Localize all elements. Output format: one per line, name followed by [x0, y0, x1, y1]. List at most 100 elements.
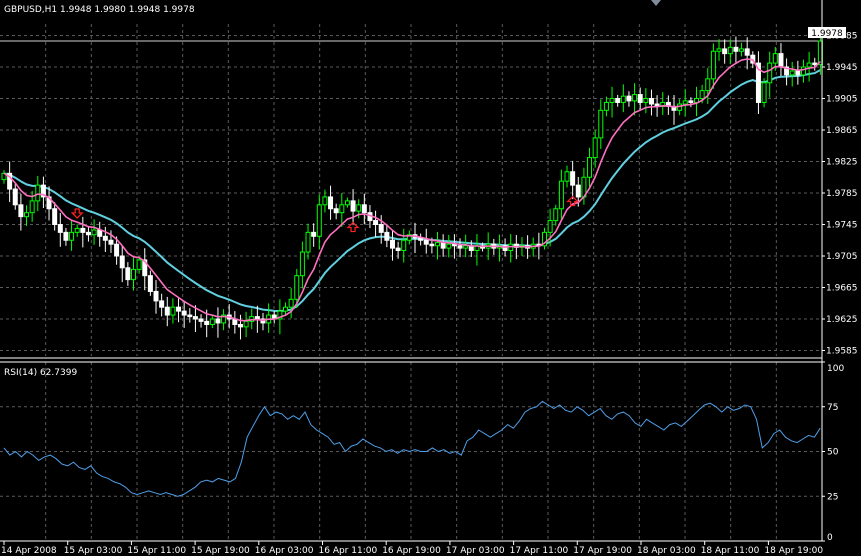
candle-body	[648, 98, 654, 105]
time-tick-label: 15 Apr 03:00	[64, 546, 123, 556]
candle-body	[237, 324, 243, 328]
candle-body	[795, 70, 801, 76]
candle-body	[322, 196, 328, 206]
candle-body	[130, 268, 136, 281]
candle-body	[35, 184, 41, 202]
time-tick-label: 18 Apr 03:00	[637, 546, 696, 556]
candle-body	[29, 200, 35, 214]
current-price-label: 1.9978	[811, 29, 843, 39]
candle-body	[85, 231, 91, 236]
candle-body	[716, 48, 722, 52]
candle-body	[767, 62, 773, 84]
candle-body	[710, 50, 716, 80]
time-tick-label: 16 Apr 11:00	[319, 546, 378, 556]
candle-body	[592, 137, 598, 159]
candle-body	[24, 212, 30, 218]
candle-body	[12, 188, 18, 206]
candle-body	[800, 66, 806, 76]
rsi-tick-label: 0	[827, 533, 833, 543]
candle-body	[333, 208, 339, 214]
candle-body	[69, 231, 75, 241]
candle-body	[108, 239, 114, 245]
rsi-title: RSI(14) 62.7399	[4, 368, 77, 378]
time-tick-label: 17 Apr 03:00	[446, 546, 505, 556]
candle-body	[159, 300, 165, 308]
candle-body	[192, 316, 198, 320]
time-tick-label: 15 Apr 19:00	[191, 546, 250, 556]
time-tick-label: 17 Apr 19:00	[573, 546, 632, 556]
candle-body	[209, 318, 215, 326]
candle-body	[564, 171, 570, 182]
rsi-tick-label: 25	[827, 492, 838, 502]
candle-body	[344, 200, 350, 206]
candle-body	[401, 239, 407, 251]
candle-body	[688, 100, 694, 103]
candle-body	[772, 53, 778, 64]
price-tick-label: 1.9785	[826, 189, 858, 199]
candle-body	[440, 242, 446, 249]
candle-body	[643, 98, 649, 103]
candle-body	[744, 48, 750, 56]
candle-body	[389, 239, 395, 249]
candle-body	[598, 109, 604, 139]
candle-body	[570, 171, 576, 186]
candle-body	[52, 208, 58, 225]
candle-body	[547, 220, 553, 233]
candle-body	[705, 78, 711, 92]
candle-body	[609, 98, 615, 103]
candle-body	[63, 231, 69, 241]
candle-body	[97, 229, 103, 237]
candle-body	[361, 204, 367, 214]
candle-body	[204, 320, 210, 326]
candle-body	[812, 62, 818, 66]
candle-body	[739, 48, 745, 52]
time-tick-label: 17 Apr 11:00	[510, 546, 569, 556]
candle-body	[311, 231, 317, 237]
candle-body	[74, 227, 80, 233]
candle-body	[254, 316, 260, 320]
candle-body	[176, 306, 182, 312]
rsi-tick-label: 100	[827, 364, 844, 374]
candle-body	[632, 94, 638, 102]
candle-body	[429, 243, 435, 247]
candle-body	[147, 275, 153, 292]
rsi-tick-label: 75	[827, 403, 838, 413]
candle-body	[215, 318, 221, 324]
time-tick-label: 18 Apr 19:00	[764, 546, 823, 556]
chart-window[interactable]: 1.99851.99451.99051.98651.98251.97851.97…	[0, 0, 861, 556]
candle-body	[339, 204, 345, 214]
main-chart-title: GBPUSD,H1 1.9948 1.9980 1.9948 1.9978	[4, 5, 195, 15]
time-tick-label: 14 Apr 2008	[1, 546, 57, 556]
price-tick-label: 1.9865	[826, 126, 858, 136]
candle-body	[603, 101, 609, 111]
candle-body	[198, 318, 204, 322]
candle-body	[761, 82, 767, 103]
candle-body	[181, 310, 187, 316]
candle-body	[350, 200, 356, 212]
candle-body	[615, 98, 621, 103]
candle-body	[682, 100, 688, 105]
time-tick-label: 18 Apr 11:00	[701, 546, 760, 556]
price-tick-label: 1.9905	[826, 95, 858, 105]
price-tick-label: 1.9585	[826, 346, 858, 356]
time-tick-label: 15 Apr 11:00	[127, 546, 186, 556]
candle-body	[170, 306, 176, 316]
candle-body	[727, 46, 733, 55]
candle-body	[164, 306, 170, 316]
candle-body	[373, 220, 379, 225]
candle-body	[243, 320, 249, 328]
candle-body	[305, 231, 311, 253]
candle-body	[294, 275, 300, 300]
candle-body	[789, 70, 795, 76]
candle-body	[80, 227, 86, 233]
candle-body	[136, 259, 142, 270]
price-tick-label: 1.9705	[826, 252, 858, 262]
price-tick-label: 1.9665	[826, 283, 858, 293]
candle-body	[553, 208, 559, 222]
candle-body	[114, 243, 120, 257]
candle-body	[778, 53, 784, 68]
candle-body	[733, 46, 739, 52]
time-tick-label: 16 Apr 03:00	[255, 546, 314, 556]
rsi-tick-label: 50	[827, 448, 839, 458]
candle-body	[119, 255, 125, 269]
